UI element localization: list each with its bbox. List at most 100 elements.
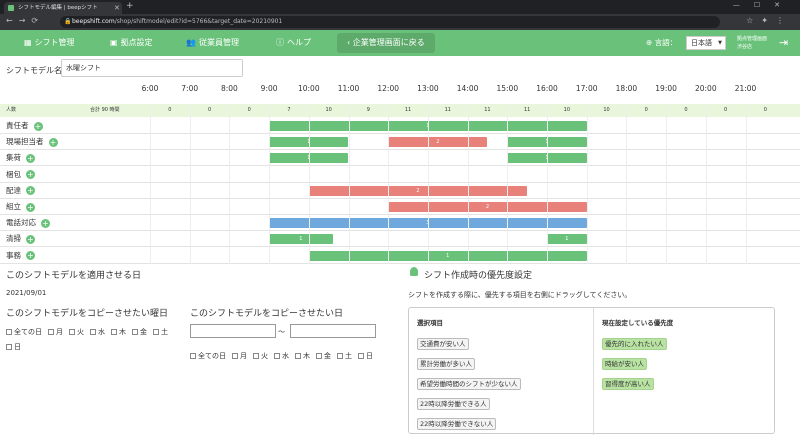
close-tab-icon[interactable]: ✕	[114, 2, 120, 14]
checkbox-box[interactable]	[90, 329, 96, 335]
shift-bar[interactable]: 2	[388, 202, 587, 212]
add-shift-icon[interactable]: +	[26, 202, 35, 212]
day-checkbox[interactable]: 水	[90, 325, 105, 340]
day-checkbox[interactable]: 日	[358, 349, 373, 364]
add-shift-icon[interactable]: +	[48, 137, 58, 147]
checkbox-box[interactable]	[232, 353, 238, 359]
tab-title: シフトモデル編集 | beepシフト	[18, 5, 98, 11]
url-field[interactable]: 🔒 beepshift.com/shop/shiftmodel/edit?id=5…	[60, 16, 720, 28]
nav-arrows-icon[interactable]: ←→⟳	[6, 16, 44, 25]
hour-count: 0	[763, 107, 767, 113]
hour-count: 0	[207, 107, 212, 113]
nav-shift-management[interactable]: ▦ シフト管理	[24, 30, 75, 56]
day-checkbox[interactable]: 日	[6, 340, 21, 355]
checkbox-box[interactable]	[316, 353, 322, 359]
nav-employee-management[interactable]: 👥 従業員管理	[186, 30, 239, 56]
grid-line	[150, 104, 151, 264]
checkbox-box[interactable]	[274, 353, 280, 359]
grid-line	[269, 104, 271, 264]
add-shift-icon[interactable]: +	[26, 170, 35, 180]
priority-option[interactable]: 累計労働が多い人	[417, 358, 475, 370]
logout-icon[interactable]: ⇥	[779, 36, 788, 49]
add-shift-icon[interactable]: +	[33, 121, 43, 131]
language-select[interactable]: 日本語 ▼	[686, 36, 726, 50]
checkbox-box[interactable]	[132, 329, 138, 335]
add-shift-icon[interactable]: +	[26, 234, 35, 244]
checkbox-box[interactable]	[6, 329, 12, 335]
shift-bar[interactable]: 2	[308, 185, 528, 196]
checkbox-box[interactable]	[6, 344, 12, 350]
day-label: 金	[140, 328, 147, 336]
add-shift-icon[interactable]: +	[41, 218, 50, 228]
url-path: /shop/shiftmodel/edit?id=5766&target_dat…	[114, 18, 283, 25]
priority-panel: 選択項目 交通費が安い人 累計労働が多い人 希望労働時間のシフトが少ない人 22時以降労…	[408, 307, 775, 435]
day-checkbox[interactable]: 金	[132, 325, 147, 340]
day-checkbox[interactable]: 全ての日	[6, 325, 42, 340]
add-shift-icon[interactable]: +	[26, 251, 35, 261]
priority-description: シフトを作成する際に、優先する項目を右側にドラッグしてください。	[408, 291, 632, 299]
favicon-icon	[8, 5, 14, 11]
priority-selected[interactable]: 時給が安い人	[602, 358, 647, 370]
day-checkbox[interactable]: 月	[232, 349, 247, 364]
priority-option[interactable]: 22時以降労働できる人	[417, 398, 490, 410]
selected-priority-list[interactable]: 現在設定している優先度優先的に入れたい人 時給が安い人 習得度が高い人	[593, 308, 775, 435]
shift-bar[interactable]: 1	[269, 234, 333, 245]
date-range-tilde: ～	[278, 328, 285, 336]
day-checkbox[interactable]: 火	[253, 349, 268, 364]
add-shift-icon[interactable]: +	[26, 186, 35, 196]
globe-icon: ⊕	[646, 38, 653, 47]
priority-selected[interactable]: 習得度が高い人	[602, 378, 654, 390]
extension-icons[interactable]: ☆✦⋮	[746, 16, 792, 25]
hour-label: 7:00	[181, 84, 199, 93]
grid-line	[348, 104, 350, 264]
day-checkbox[interactable]: 月	[48, 325, 63, 340]
checkbox-box[interactable]	[337, 353, 343, 359]
checkbox-box[interactable]	[111, 329, 117, 335]
hour-count: 11	[523, 107, 531, 113]
available-items-list[interactable]: 選択項目 交通費が安い人 累計労働が多い人 希望労働時間のシフトが少ない人 22時以降労…	[409, 308, 591, 435]
day-checkbox[interactable]: 土	[337, 349, 352, 364]
add-shift-icon[interactable]: +	[26, 153, 35, 163]
grid-line	[626, 104, 628, 264]
day-checkbox[interactable]: 水	[274, 349, 289, 364]
day-checkbox[interactable]: 土	[153, 325, 168, 340]
copy-start-date-input[interactable]	[190, 324, 276, 338]
checkbox-box[interactable]	[69, 329, 75, 335]
checkbox-box[interactable]	[253, 353, 259, 359]
checkbox-box[interactable]	[190, 353, 196, 359]
model-name-input[interactable]: 水曜シフト	[61, 59, 243, 77]
new-tab-icon[interactable]: +	[126, 1, 134, 11]
nav-help[interactable]: ⓘ ヘルプ	[276, 30, 311, 56]
shift-bar[interactable]: 1	[547, 234, 587, 245]
checkbox-box[interactable]	[295, 353, 301, 359]
priority-option[interactable]: 交通費が安い人	[417, 338, 469, 350]
grid-line	[547, 104, 548, 264]
copy-end-date-input[interactable]	[290, 324, 376, 338]
window-controls[interactable]: —☐✕	[733, 1, 794, 9]
hour-count: 10	[563, 107, 571, 113]
day-checkbox[interactable]: 全ての日	[190, 349, 226, 364]
hour-label: 9:00	[260, 84, 278, 93]
priority-option[interactable]: 22時以降労働できない人	[417, 418, 497, 430]
priority-title: シフト作成時の優先度設定	[424, 271, 533, 281]
priority-option[interactable]: 希望労働時間のシフトが少ない人	[417, 378, 521, 390]
shift-bar[interactable]: 2	[388, 137, 488, 148]
back-to-company-button[interactable]: ‹ 企業管理画面に戻る	[337, 33, 435, 53]
hour-count: 0	[684, 107, 688, 113]
day-label: 全ての日	[14, 328, 42, 336]
day-checkbox[interactable]: 木	[111, 325, 126, 340]
checkbox-box[interactable]	[358, 353, 364, 359]
day-checkbox[interactable]: 木	[295, 349, 310, 364]
checkbox-box[interactable]	[48, 329, 54, 335]
shift-bar[interactable]: 1	[308, 250, 587, 261]
day-label: 日	[14, 343, 21, 351]
day-checkbox[interactable]: 金	[316, 349, 331, 364]
checkbox-box[interactable]	[153, 329, 159, 335]
position-name: 集荷	[6, 153, 21, 163]
priority-selected[interactable]: 優先的に入れたい人	[602, 338, 667, 350]
grid-line	[705, 104, 707, 264]
browser-tab[interactable]: シフトモデル編集 | beepシフト ✕	[4, 2, 122, 14]
selected-priority-header: 現在設定している優先度	[602, 319, 674, 327]
nav-site-settings[interactable]: ▣ 拠点設定	[110, 30, 153, 56]
day-checkbox[interactable]: 火	[69, 325, 84, 340]
